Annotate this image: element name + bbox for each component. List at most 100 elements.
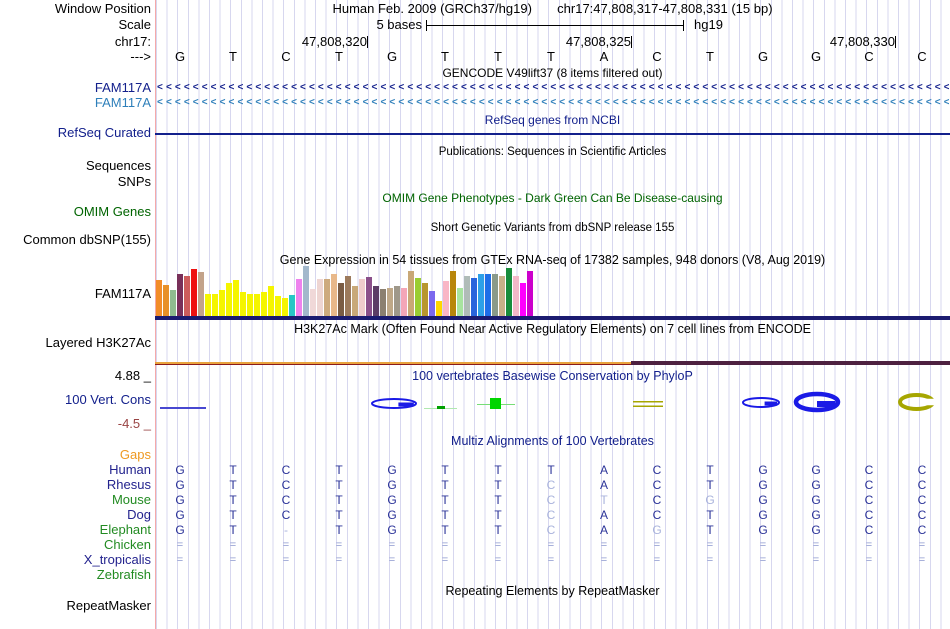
track-title-publications[interactable]: Publications: Sequences in Scientific Ar… — [156, 145, 949, 159]
track-label-sequences[interactable]: Sequences — [0, 159, 151, 173]
reference-base: T — [494, 49, 502, 64]
multiz-aligned-base: T — [335, 478, 343, 492]
multiz-species-label-rhesus[interactable]: Rhesus — [0, 478, 151, 492]
multiz-species-label-dog[interactable]: Dog — [0, 508, 151, 522]
multiz-aligned-base: T — [494, 493, 502, 507]
refseq-gene-line[interactable] — [155, 133, 950, 135]
gtex-tissue-bar — [464, 276, 470, 316]
multiz-aligned-base: G — [387, 523, 397, 537]
gtex-tissue-bar — [191, 269, 197, 316]
coordinate-label: 47,808,330 — [829, 34, 895, 49]
multiz-aligned-base: A — [599, 523, 608, 537]
gtex-tissue-bar — [485, 274, 491, 316]
track-label-layered-h3k27ac[interactable]: Layered H3K27Ac — [0, 336, 151, 350]
multiz-aligned-base: = — [600, 554, 608, 566]
track-label-scale[interactable]: Scale — [0, 18, 151, 32]
track-title-dbsnp[interactable]: Short Genetic Variants from dbSNP releas… — [156, 221, 949, 235]
multiz-aligned-base: = — [441, 554, 449, 566]
header-position-line: Human Feb. 2009 (GRCh37/hg19) chr17:47,8… — [156, 2, 949, 16]
track-title-gencode[interactable]: GENCODE V49lift37 (8 items filtered out) — [156, 66, 949, 80]
multiz-aligned-base: C — [281, 493, 291, 507]
track-label-chrom[interactable]: chr17: — [0, 35, 151, 49]
track-label-common-dbsnp[interactable]: Common dbSNP(155) — [0, 233, 151, 247]
reference-base: T — [335, 49, 343, 64]
gtex-tissue-bar — [261, 292, 267, 316]
multiz-aligned-base: = — [494, 554, 502, 566]
gtex-tissue-bar — [492, 274, 498, 316]
multiz-species-label-elephant[interactable]: Elephant — [0, 523, 151, 537]
multiz-aligned-base: T — [441, 463, 449, 477]
reference-base: C — [281, 49, 291, 64]
multiz-aligned-base: C — [281, 508, 291, 522]
multiz-aligned-base: T — [706, 523, 714, 537]
track-title-omim[interactable]: OMIM Gene Phenotypes - Dark Green Can Be… — [156, 191, 949, 205]
multiz-species-label-chicken[interactable]: Chicken — [0, 538, 151, 552]
reference-base: T — [706, 49, 714, 64]
conservation-glyph — [398, 402, 414, 407]
multiz-aligned-base: = — [176, 539, 184, 551]
track-title-multiz[interactable]: Multiz Alignments of 100 Vertebrates — [156, 434, 949, 448]
multiz-aligned-base: = — [335, 539, 343, 551]
multiz-aligned-base: = — [653, 554, 661, 566]
multiz-species-label-x_tropicalis[interactable]: X_tropicalis — [0, 553, 151, 567]
track-title-gtex[interactable]: Gene Expression in 54 tissues from GTEx … — [156, 253, 949, 267]
gtex-tissue-bar — [177, 274, 183, 316]
multiz-aligned-base: T — [441, 523, 449, 537]
multiz-aligned-base: G — [758, 463, 768, 477]
track-title-refseq[interactable]: RefSeq genes from NCBI — [156, 113, 949, 127]
multiz-aligned-base: C — [546, 478, 556, 492]
multiz-aligned-base: G — [175, 478, 185, 492]
gtex-tissue-bar — [219, 290, 225, 316]
multiz-aligned-base: C — [546, 493, 556, 507]
gtex-tissue-bar — [275, 296, 281, 316]
multiz-aligned-base: C — [917, 508, 927, 522]
track-label-refseq-curated[interactable]: RefSeq Curated — [0, 126, 151, 140]
multiz-aligned-base: G — [705, 493, 715, 507]
multiz-aligned-base: C — [864, 508, 874, 522]
multiz-aligned-base: = — [282, 539, 290, 551]
gtex-tissue-bar — [429, 291, 435, 316]
multiz-aligned-base: = — [759, 554, 767, 566]
track-title-h3k27ac[interactable]: H3K27Ac Mark (Often Found Near Active Re… — [156, 322, 949, 336]
multiz-aligned-base: G — [758, 493, 768, 507]
multiz-species-label-zebrafish[interactable]: Zebrafish — [0, 568, 151, 582]
gene-strand-arrows[interactable]: <<<<<<<<<<<<<<<<<<<<<<<<<<<<<<<<<<<<<<<<… — [157, 97, 949, 109]
multiz-aligned-base: G — [758, 478, 768, 492]
multiz-aligned-base: = — [706, 539, 714, 551]
multiz-aligned-base: = — [706, 554, 714, 566]
track-label-omim-genes[interactable]: OMIM Genes — [0, 205, 151, 219]
multiz-aligned-base: A — [599, 478, 608, 492]
multiz-aligned-base: G — [811, 478, 821, 492]
gtex-tissue-bar — [198, 272, 204, 316]
track-label-direction[interactable]: ---> — [0, 50, 151, 64]
track-label-repeatmasker[interactable]: RepeatMasker — [0, 599, 151, 613]
multiz-aligned-base: = — [176, 554, 184, 566]
multiz-aligned-base: C — [546, 508, 556, 522]
gtex-tissue-bar — [380, 289, 386, 316]
multiz-aligned-base: = — [388, 554, 396, 566]
multiz-species-label-gaps[interactable]: Gaps — [0, 448, 151, 462]
gtex-tissue-bar — [226, 283, 232, 316]
multiz-aligned-base: G — [811, 523, 821, 537]
track-title-repeats[interactable]: Repeating Elements by RepeatMasker — [156, 584, 949, 598]
gtex-tissue-bar — [443, 281, 449, 316]
track-label-gtex-gene[interactable]: FAM117A — [0, 287, 151, 301]
conservation-glyph — [817, 401, 836, 407]
multiz-aligned-base: G — [758, 508, 768, 522]
gene-strand-arrows[interactable]: <<<<<<<<<<<<<<<<<<<<<<<<<<<<<<<<<<<<<<<<… — [157, 82, 949, 94]
gtex-tissue-bar — [394, 286, 400, 316]
track-label-gene-fam117a-1[interactable]: FAM117A — [0, 81, 151, 95]
multiz-aligned-base: T — [547, 463, 555, 477]
multiz-species-label-human[interactable]: Human — [0, 463, 151, 477]
track-label-gene-fam117a-2[interactable]: FAM117A — [0, 96, 151, 110]
multiz-aligned-base: T — [706, 478, 714, 492]
reference-base: A — [599, 49, 609, 64]
multiz-aligned-base: = — [865, 539, 873, 551]
gtex-tissue-bar — [240, 292, 246, 316]
track-label-window-position[interactable]: Window Position — [0, 2, 151, 16]
multiz-species-label-mouse[interactable]: Mouse — [0, 493, 151, 507]
track-label-snps[interactable]: SNPs — [0, 175, 151, 189]
multiz-aligned-base: G — [811, 463, 821, 477]
multiz-aligned-base: G — [758, 523, 768, 537]
multiz-aligned-base: C — [652, 478, 662, 492]
